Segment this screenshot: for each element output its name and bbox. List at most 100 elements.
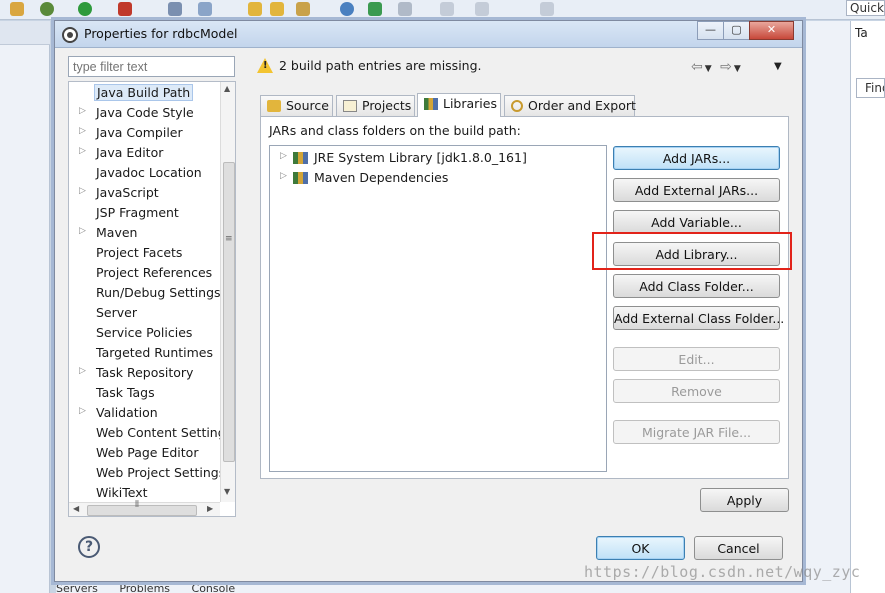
library-icon <box>424 98 438 110</box>
forward-dropdown-icon[interactable]: ▼ <box>734 64 743 74</box>
apply-button[interactable]: Apply <box>700 488 789 512</box>
expand-arrow-icon[interactable]: ▷ <box>79 106 86 116</box>
library-entry-maven[interactable]: ▷ Maven Dependencies <box>270 168 606 188</box>
tab-console[interactable]: Console <box>192 582 236 593</box>
add-jars-button[interactable]: Add JARs... <box>613 146 780 170</box>
expand-arrow-icon[interactable]: ▷ <box>280 151 287 161</box>
tree-item-label: Web Project Settings <box>96 465 226 480</box>
expand-arrow-icon[interactable]: ▷ <box>79 146 86 156</box>
hscroll-thumb[interactable] <box>87 505 197 516</box>
tree-item-label: Javadoc Location <box>96 165 202 180</box>
run-icon[interactable] <box>78 2 92 16</box>
nav-forward-icon[interactable] <box>475 2 489 16</box>
tab-libraries[interactable]: Libraries <box>417 93 501 117</box>
debug-icon[interactable] <box>10 2 24 16</box>
library-entry-jre[interactable]: ▷ JRE System Library [jdk1.8.0_161] <box>270 148 606 168</box>
expand-arrow-icon[interactable]: ▷ <box>79 126 86 136</box>
quick-access-field[interactable]: Quick <box>846 0 885 16</box>
expand-arrow-icon[interactable]: ▷ <box>79 226 86 236</box>
tree-item[interactable]: ▷ Validation <box>69 403 219 423</box>
tree-item[interactable]: Java Build Path <box>69 83 219 103</box>
expand-arrow-icon[interactable]: ▷ <box>79 366 86 376</box>
tree-item[interactable]: Project Facets <box>69 243 219 263</box>
forward-arrow-icon[interactable]: ⇨ <box>720 59 734 75</box>
nav-back-icon[interactable] <box>440 2 454 16</box>
tab-order-export[interactable]: Order and Export <box>504 95 636 117</box>
tree-item[interactable]: ▷ Java Compiler <box>69 123 219 143</box>
search-icon[interactable] <box>398 2 412 16</box>
tree-item-label: Server <box>96 305 137 320</box>
tree-item-label: JSP Fragment <box>96 205 179 220</box>
new-icon[interactable] <box>168 2 182 16</box>
expand-arrow-icon[interactable]: ▷ <box>79 406 86 416</box>
libraries-tree: ▷ JRE System Library [jdk1.8.0_161] ▷ Ma… <box>269 145 607 472</box>
properties-tree: Java Build Path ▷ Java Code Style ▷ Java Com… <box>68 81 236 517</box>
migrate-jar-button[interactable]: Migrate JAR File... <box>613 420 780 444</box>
add-variable-button[interactable]: Add Variable... <box>613 210 780 234</box>
ok-button[interactable]: OK <box>596 536 685 560</box>
order-export-icon <box>511 100 523 112</box>
tree-item[interactable]: JSP Fragment <box>69 203 219 223</box>
scroll-down-icon[interactable]: ▼ <box>224 487 230 496</box>
tree-horizontal-scrollbar[interactable]: ◀ ⦀ ▶ <box>69 500 220 516</box>
back-dropdown-icon[interactable]: ▼ <box>705 64 714 74</box>
external-tools-icon[interactable] <box>118 2 132 16</box>
minimize-button[interactable]: — <box>697 21 724 40</box>
tree-item[interactable]: Task Tags <box>69 383 219 403</box>
tree-item[interactable]: Server <box>69 303 219 323</box>
remove-button[interactable]: Remove <box>613 379 780 403</box>
tab-problems[interactable]: Problems <box>119 582 170 593</box>
maximize-button[interactable]: ▢ <box>723 21 750 40</box>
open-type-icon[interactable] <box>198 2 212 16</box>
tree-item[interactable]: Web Content Settings <box>69 423 232 443</box>
tab-projects[interactable]: Projects <box>336 95 415 117</box>
view-menu-icon[interactable]: ▼ <box>774 61 782 72</box>
add-class-folder-button[interactable]: Add Class Folder... <box>613 274 780 298</box>
edit-button[interactable]: Edit... <box>613 347 780 371</box>
tree-item[interactable]: Web Project Settings <box>69 463 225 483</box>
settings-icon[interactable] <box>40 2 54 16</box>
nav-last-icon[interactable] <box>540 2 554 16</box>
tree-item[interactable]: ▷ Java Editor <box>69 143 219 163</box>
cancel-button[interactable]: Cancel <box>694 536 783 560</box>
tree-item[interactable]: Javadoc Location <box>69 163 219 183</box>
expand-arrow-icon[interactable]: ▷ <box>79 186 86 196</box>
scroll-right-icon[interactable]: ▶ <box>207 504 213 513</box>
filter-input[interactable] <box>68 56 235 77</box>
tree-item[interactable]: ▷ Task Repository <box>69 363 219 383</box>
scroll-up-icon[interactable]: ▲ <box>224 84 230 93</box>
find-field[interactable]: Find <box>856 78 885 98</box>
tree-item[interactable]: Project References <box>69 263 219 283</box>
tree-item[interactable]: ▷ JavaScript <box>69 183 219 203</box>
grip-icon: ≡ <box>225 234 233 244</box>
folder-icon[interactable] <box>248 2 262 16</box>
tree-item[interactable]: ▷ Maven <box>69 223 219 243</box>
tree-item[interactable]: Run/Debug Settings <box>69 283 221 303</box>
tree-item[interactable]: Targeted Runtimes <box>69 343 219 363</box>
add-external-class-folder-button[interactable]: Add External Class Folder... <box>613 306 784 330</box>
close-button[interactable]: ✕ <box>749 21 794 40</box>
tree-item-label: Web Content Settings <box>96 425 233 440</box>
tree-item[interactable]: Web Page Editor <box>69 443 219 463</box>
tree-item[interactable]: Service Policies <box>69 323 219 343</box>
scroll-left-icon[interactable]: ◀ <box>73 504 79 513</box>
tab-servers[interactable]: Servers <box>56 582 98 593</box>
dialog-titlebar[interactable]: Properties for rdbcModel — ▢ ✕ <box>55 21 802 48</box>
add-external-jars-button[interactable]: Add External JARs... <box>613 178 780 202</box>
step-icon[interactable] <box>368 2 382 16</box>
back-arrow-icon[interactable]: ⇦ <box>691 59 705 75</box>
help-icon[interactable]: ? <box>78 536 100 558</box>
globe-icon[interactable] <box>340 2 354 16</box>
right-view-tab[interactable]: Ta <box>855 26 885 48</box>
folder-open-icon[interactable] <box>270 2 284 16</box>
tree-item-label: Run/Debug Settings <box>96 285 221 300</box>
tab-source[interactable]: Source <box>260 95 333 117</box>
tree-item[interactable]: ▷ Java Code Style <box>69 103 219 123</box>
expand-arrow-icon[interactable]: ▷ <box>280 171 287 181</box>
tree-vertical-scrollbar[interactable]: ▲ ≡ ▼ <box>220 82 235 502</box>
pencil-icon[interactable] <box>296 2 310 16</box>
scroll-thumb[interactable] <box>223 162 235 462</box>
tree-item[interactable]: WikiText <box>69 483 219 503</box>
left-view <box>0 21 50 593</box>
tree-item-label: Targeted Runtimes <box>96 345 213 360</box>
